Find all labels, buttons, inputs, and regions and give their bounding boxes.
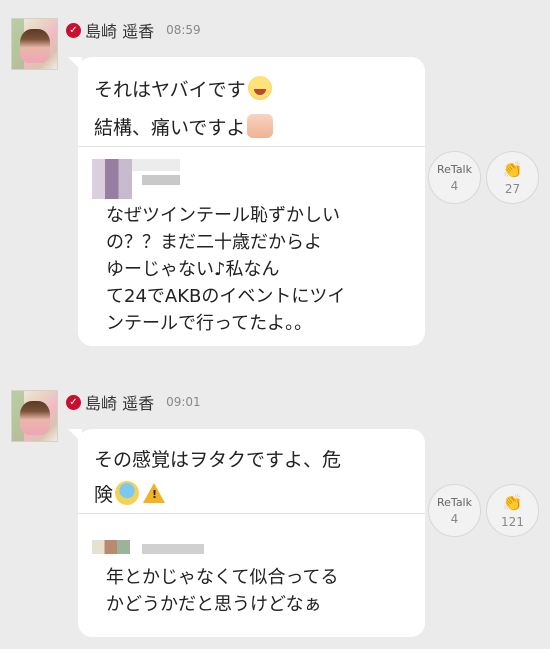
warning-emoji-icon: ! <box>143 483 166 503</box>
message-bubble: それはヤバイです 結構、痛いですよ なぜツインテール恥ずかしい の？？まだ二十歳… <box>68 57 425 346</box>
verified-check-icon: ✓ <box>66 22 81 38</box>
blurred-username <box>142 544 204 554</box>
message-line: その感覚はヲタクですよ、危 <box>94 449 342 471</box>
message-line: 結構、痛いですよ <box>94 113 274 140</box>
message-bubble: その感覚はヲタクですよ、危 険! 年とかじゃなくて似合ってる かどうかだと思うけ… <box>68 429 425 637</box>
quote-line: の？？まだ二十歳だからよ <box>106 232 322 253</box>
author-name[interactable]: 島崎 遥香 <box>85 18 154 42</box>
message-line: 険! <box>94 480 166 507</box>
quote-line: 年とかじゃなくて似合ってる <box>106 567 339 588</box>
clapping-hands-icon: 👏 <box>502 159 523 179</box>
retalk-button[interactable]: ReTalk 4 <box>428 151 481 204</box>
avatar[interactable] <box>11 18 58 70</box>
quote-line: なぜツインテール恥ずかしい <box>106 205 340 226</box>
retalk-count: 4 <box>450 511 459 526</box>
quoted-fan-post[interactable]: なぜツインテール恥ずかしい の？？まだ二十歳だからよ ゆーじゃない♪私なん て2… <box>78 146 425 346</box>
blurred-username <box>132 159 180 171</box>
quote-line: ゆーじゃない♪私なん <box>106 259 280 280</box>
quote-line: かどうかだと思うけどなぁ <box>106 594 322 615</box>
thumbs-up-emoji-icon <box>247 114 274 138</box>
laughing-crying-emoji-icon <box>247 76 272 100</box>
blurred-avatar <box>92 159 132 199</box>
retalk-label: ReTalk <box>437 162 472 176</box>
message-line: それはヤバイです <box>94 75 272 102</box>
clapping-hands-icon: 👏 <box>502 492 523 512</box>
blurred-username <box>142 175 180 185</box>
retalk-label: ReTalk <box>437 495 472 509</box>
retalk-button[interactable]: ReTalk 4 <box>428 484 481 537</box>
clap-count: 121 <box>501 514 524 529</box>
retalk-count: 4 <box>450 178 459 193</box>
clap-count: 27 <box>504 181 521 196</box>
clap-button[interactable]: 👏 27 <box>486 151 539 204</box>
author-name[interactable]: 島崎 遥香 <box>85 390 154 414</box>
quote-line: ンテールで行ってたよ。。 <box>106 313 313 334</box>
quoted-fan-post[interactable]: 年とかじゃなくて似合ってる かどうかだと思うけどなぁ <box>78 513 425 637</box>
screaming-face-emoji-icon <box>115 481 140 505</box>
post-header: ✓ 島崎 遥香 09:01 <box>66 390 201 414</box>
timestamp: 08:59 <box>166 23 201 37</box>
verified-check-icon: ✓ <box>66 394 81 410</box>
clap-button[interactable]: 👏 121 <box>486 484 539 537</box>
post-header: ✓ 島崎 遥香 08:59 <box>66 18 201 42</box>
blurred-avatar <box>92 540 130 554</box>
avatar[interactable] <box>11 390 58 442</box>
timestamp: 09:01 <box>166 395 201 409</box>
quote-line: て24でAKBのイベントにツイ <box>106 286 346 307</box>
